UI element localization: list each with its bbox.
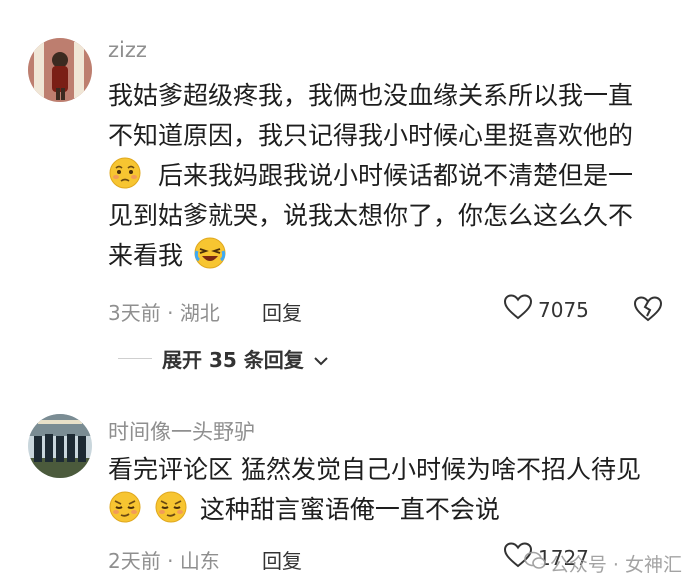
avatar[interactable] [28,414,92,478]
comment-time: 3天前 [108,301,161,325]
avatar[interactable] [28,38,92,102]
comment-text: 看完评论区 猛然发觉自己小时候为啥不招人待见 这种甜言蜜语俺一直不会说 [108,450,641,530]
like-count: 7075 [538,297,589,322]
meta-separator: · [167,301,174,325]
heart-icon [503,294,533,325]
comment-time: 2天前 [108,549,161,573]
comment-line-with-emoji: 后来我妈跟我说小时候话都说不清楚但是一 [108,156,633,196]
wechat-icon [524,551,546,576]
dislike-button[interactable] [633,296,663,326]
watermark-text: 公众号 · 女神汇 [549,554,682,576]
watermark: 公众号 · 女神汇 [524,550,682,577]
comment-line: 见到姑爹就哭，说我太想你了，你怎么这么久不 [108,201,634,230]
broken-heart-icon [633,296,663,326]
comment-line-with-emoji: 这种甜言蜜语俺一直不会说 [108,490,641,530]
comment-location: 山东 [179,549,220,573]
divider-dash [118,358,152,359]
comment-text: 我姑爹超级疼我，我俩也没血缘关系所以我一直 不知道原因，我只记得我小时候心里挺喜… [108,76,633,276]
comment-item: zizz 我姑爹超级疼我，我俩也没血缘关系所以我一直 不知道原因，我只记得我小时… [0,0,690,390]
reply-button[interactable]: 回复 [262,545,302,574]
comment-line: 看完评论区 猛然发觉自己小时候为啥不招人待见 [108,455,641,484]
like-button[interactable]: 7075 [503,294,589,325]
expand-replies-label: 展开 35 条回复 [162,348,304,372]
smirk-face-emoji [108,490,142,524]
username[interactable]: 时间像一头野驴 [108,416,255,446]
chevron-down-icon [314,347,328,371]
reply-button[interactable]: 回复 [262,297,302,326]
username[interactable]: zizz [108,38,147,62]
comment-line: 不知道原因，我只记得我小时候心里挺喜欢他的 [108,121,634,150]
shy-face-emoji [108,156,142,190]
comment-line: 后来我妈跟我说小时候话都说不清楚但是一 [157,161,633,190]
comment-location: 湖北 [179,301,220,325]
comment-line-with-emoji: 来看我 [108,236,633,276]
comment-line: 来看我 [108,241,184,270]
smirk-face-emoji [154,490,188,524]
comment-meta: 2天前 · 山东 [108,545,220,574]
comment-meta: 3天前 · 湖北 [108,297,220,326]
expand-replies-button[interactable]: 展开 35 条回复 [118,344,328,373]
crying-laughing-emoji [193,236,227,270]
comment-line: 我姑爹超级疼我，我俩也没血缘关系所以我一直 [108,81,634,110]
meta-separator: · [167,549,174,573]
comment-line: 这种甜言蜜语俺一直不会说 [199,495,500,524]
